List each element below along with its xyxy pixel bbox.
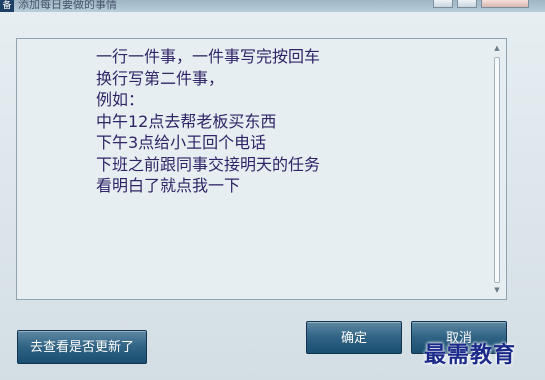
text-line: 一行一件事，一件事写完按回车	[96, 47, 321, 66]
ok-button[interactable]: 确定	[306, 321, 402, 354]
maximize-button[interactable]	[457, 0, 477, 8]
minimize-button[interactable]	[433, 0, 453, 8]
scroll-down-arrow-icon[interactable]: ▼	[492, 285, 502, 295]
text-line: 换行写第二件事，	[96, 68, 225, 88]
scroll-up-arrow-icon[interactable]: ▲	[492, 43, 502, 53]
text-line: 看明白了就点我一下	[96, 176, 241, 195]
vertical-scrollbar[interactable]: ▲ ▼	[492, 43, 502, 295]
text-line: 下午3点给小王回个电话	[96, 133, 267, 152]
title-bar[interactable]: 备 添加每日要做的事情	[0, 0, 545, 12]
scroll-thumb[interactable]	[494, 57, 500, 283]
watermark-logo: 最需教育	[424, 342, 517, 368]
textarea-content: 一行一件事，一件事写完按回车 换行写第二件事， 例如： 中午12点去帮老板买东西…	[96, 46, 456, 197]
check-update-button[interactable]: 去查看是否更新了	[17, 330, 147, 364]
close-button[interactable]	[481, 0, 529, 8]
app-icon: 备	[0, 0, 14, 12]
text-line: 例如：	[96, 90, 145, 109]
window-title: 添加每日要做的事情	[18, 0, 117, 11]
text-line: 中午12点去帮老板买东西	[96, 111, 277, 131]
text-line: 下班之前跟同事交接明天的任务	[96, 154, 321, 174]
